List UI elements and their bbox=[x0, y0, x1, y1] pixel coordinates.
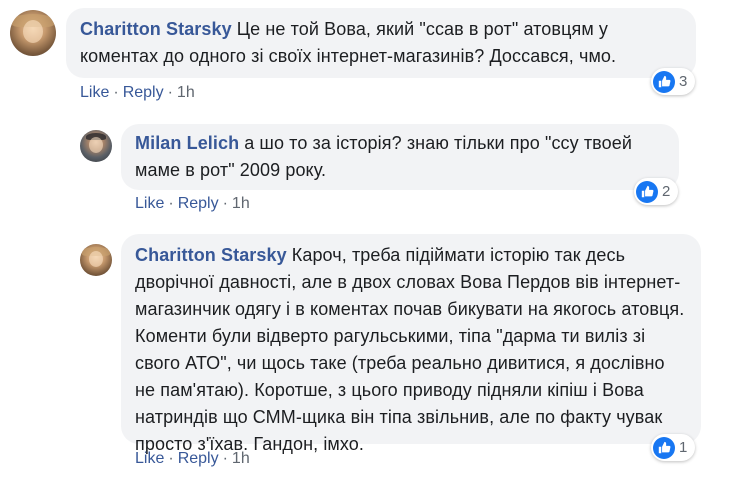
thumbs-up-icon bbox=[653, 436, 675, 459]
avatar[interactable] bbox=[80, 244, 112, 276]
comment-actions: Like · Reply · 1h bbox=[135, 195, 250, 213]
comment-author[interactable]: Milan Lelich bbox=[135, 133, 239, 153]
comment-author[interactable]: Charitton Starsky bbox=[80, 19, 232, 39]
separator-dot: · bbox=[168, 450, 174, 467]
thumbs-up-icon bbox=[653, 70, 675, 93]
separator-dot: · bbox=[222, 450, 228, 467]
reaction-count[interactable]: 3 bbox=[651, 68, 696, 95]
like-link[interactable]: Like bbox=[80, 84, 109, 101]
like-link[interactable]: Like bbox=[135, 450, 164, 467]
separator-dot: · bbox=[113, 84, 119, 101]
avatar[interactable] bbox=[80, 130, 112, 162]
like-link[interactable]: Like bbox=[135, 195, 164, 212]
separator-dot: · bbox=[167, 84, 173, 101]
avatar-face-shape bbox=[22, 20, 44, 44]
avatar-face-shape bbox=[88, 137, 104, 154]
reaction-number: 3 bbox=[679, 73, 688, 90]
timestamp[interactable]: 1h bbox=[177, 84, 195, 101]
reaction-count[interactable]: 1 bbox=[651, 434, 696, 461]
timestamp[interactable]: 1h bbox=[232, 450, 250, 467]
timestamp[interactable]: 1h bbox=[232, 195, 250, 212]
reply-link[interactable]: Reply bbox=[178, 195, 219, 212]
reaction-number: 1 bbox=[679, 439, 688, 456]
comment-author[interactable]: Charitton Starsky bbox=[135, 245, 287, 265]
separator-dot: · bbox=[222, 195, 228, 212]
separator-dot: · bbox=[168, 195, 174, 212]
reply-link[interactable]: Reply bbox=[123, 84, 164, 101]
avatar[interactable] bbox=[10, 10, 56, 56]
comment-actions: Like · Reply · 1h bbox=[80, 84, 195, 102]
reaction-count[interactable]: 2 bbox=[634, 178, 679, 205]
reaction-number: 2 bbox=[662, 183, 671, 200]
reply-link[interactable]: Reply bbox=[178, 450, 219, 467]
comment-bubble: Charitton Starsky Це не той Вова, який "с… bbox=[66, 8, 696, 78]
thumbs-up-icon bbox=[636, 180, 658, 203]
comment-text: Кароч, треба підіймати історію так десь … bbox=[135, 245, 685, 454]
comment-bubble: Charitton Starsky Кароч, треба підіймати … bbox=[121, 234, 701, 454]
comment-bubble: Milan Lelich а шо то за історія? знаю тіл… bbox=[121, 124, 679, 190]
comment-actions: Like · Reply · 1h bbox=[135, 450, 250, 468]
avatar-face-shape bbox=[88, 251, 104, 268]
